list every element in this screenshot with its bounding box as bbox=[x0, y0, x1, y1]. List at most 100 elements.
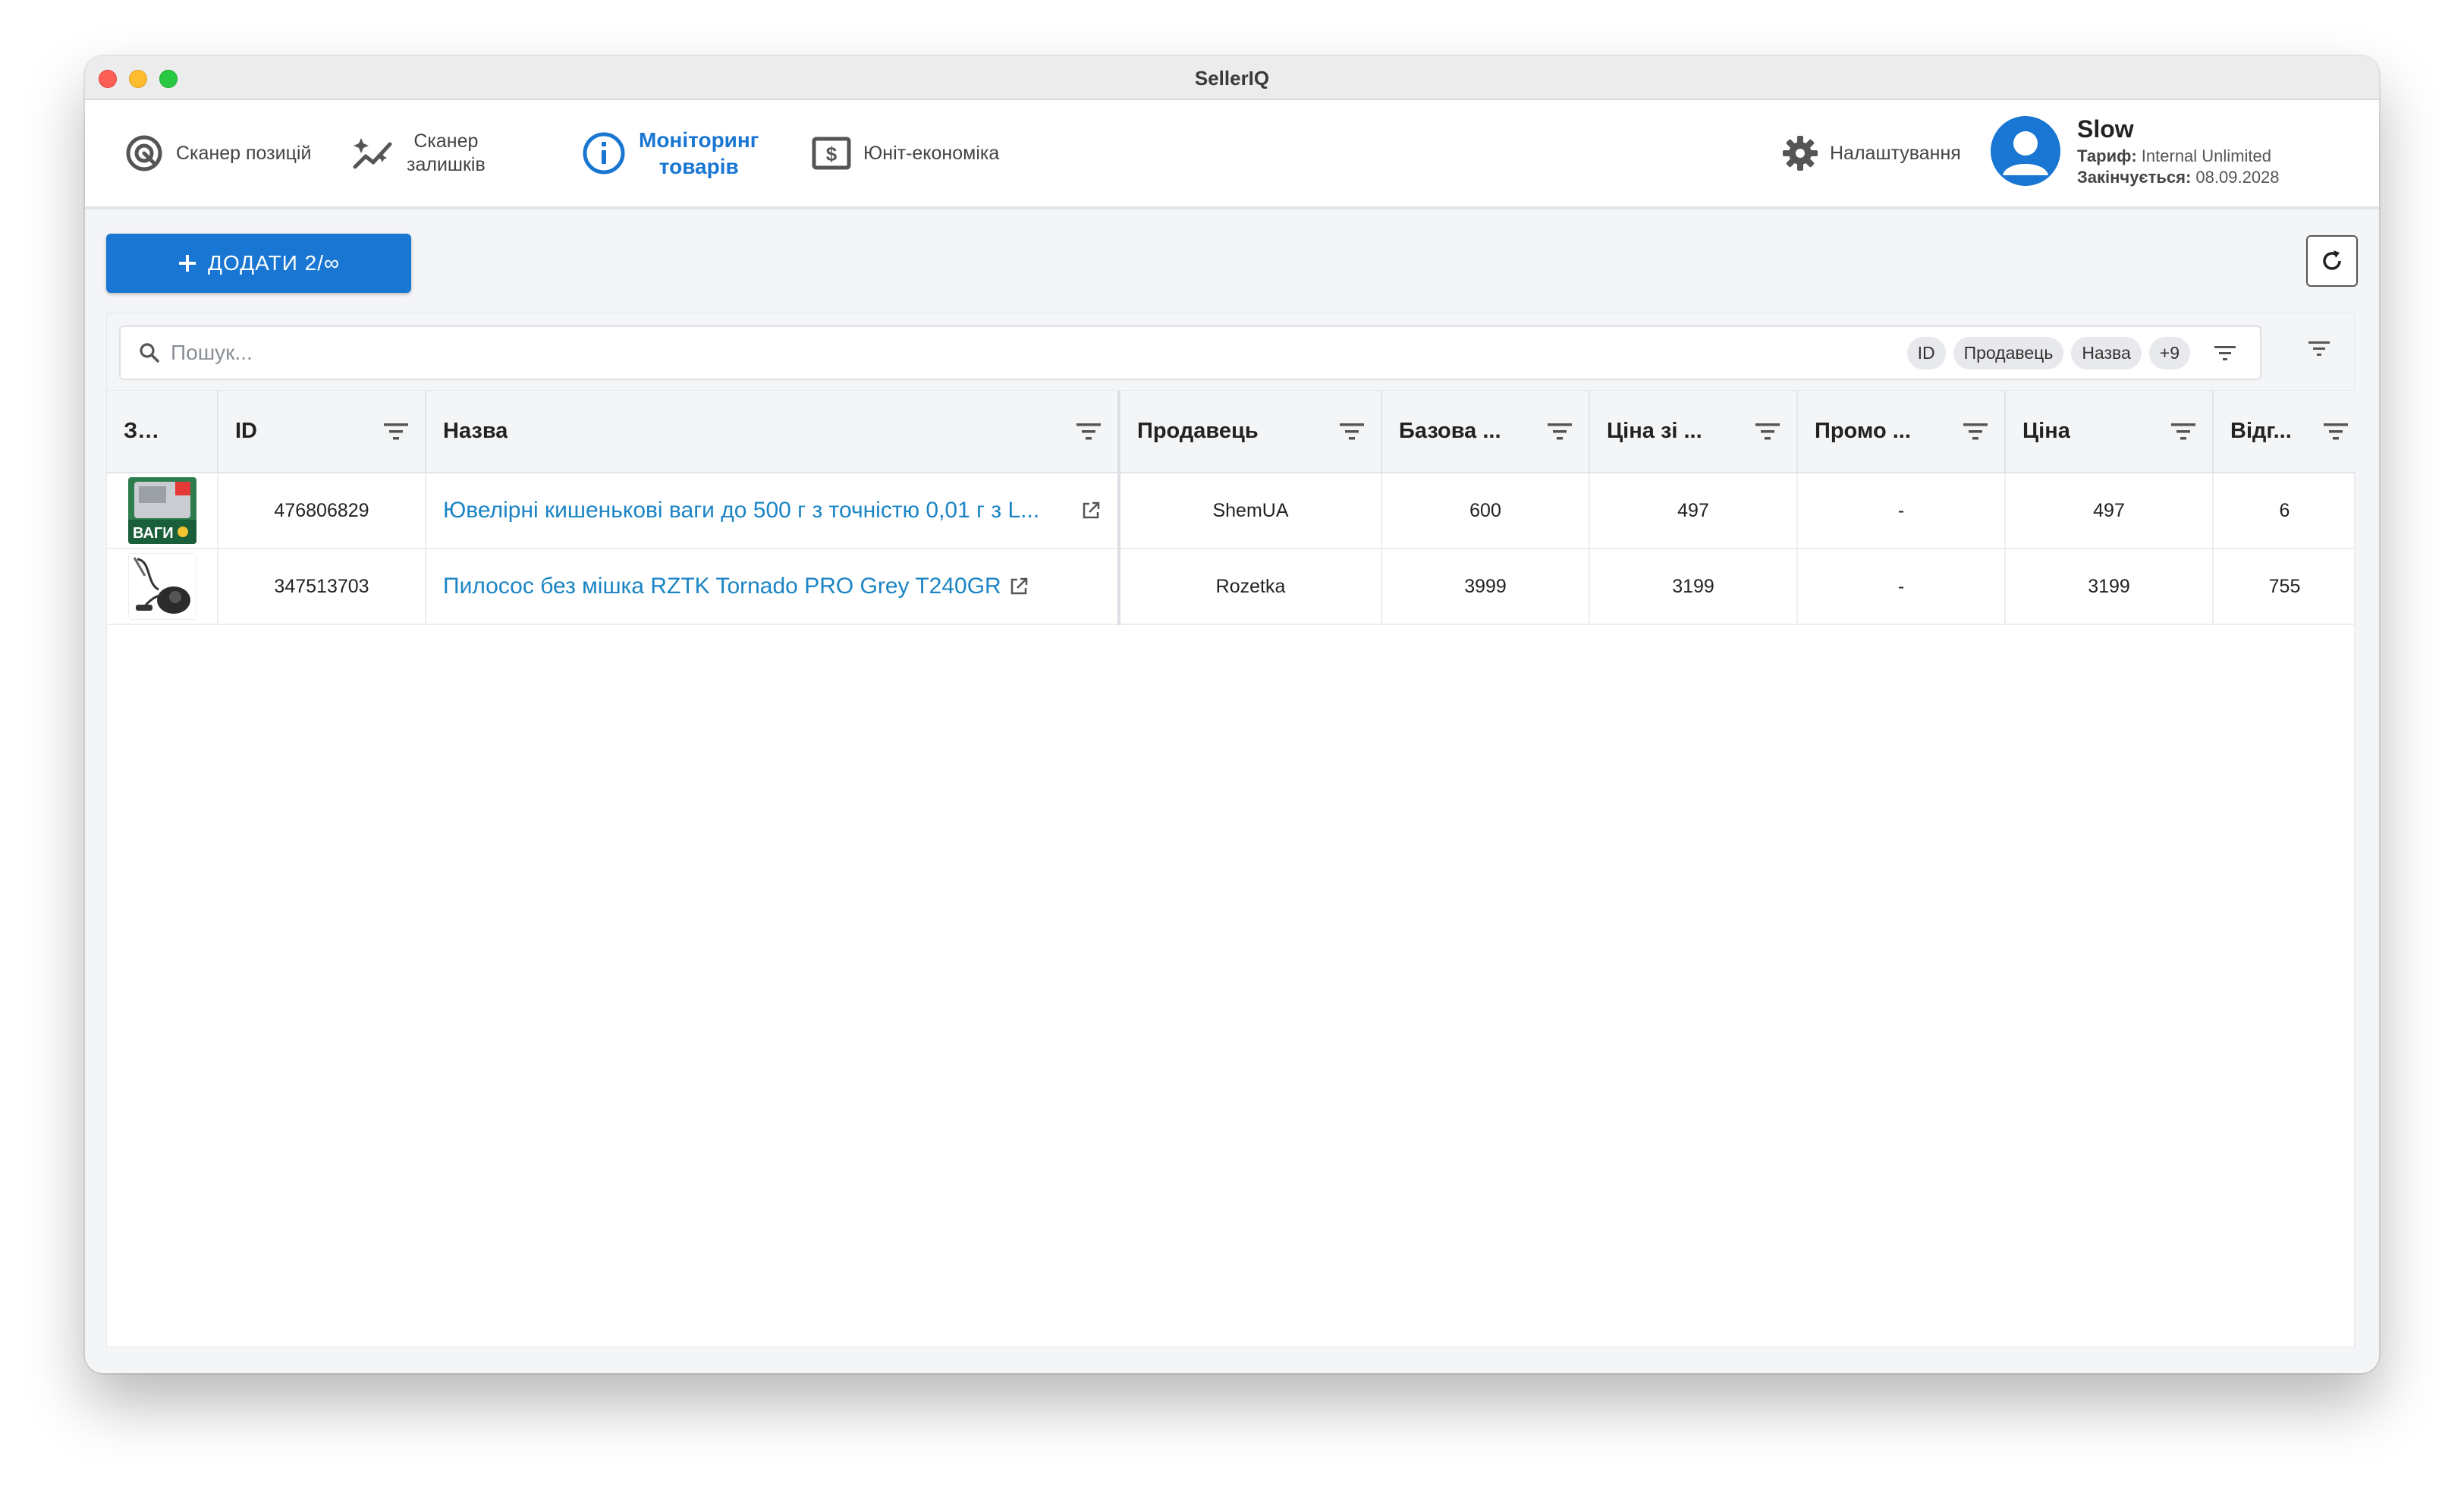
title-bar: SellerIQ bbox=[85, 56, 2379, 100]
column-filter-icon[interactable] bbox=[2170, 421, 2197, 441]
cell-name: Ювелірні кишенькові ваги до 500 г з точн… bbox=[426, 473, 1120, 549]
column-label-id: ID bbox=[235, 419, 257, 444]
window-title: SellerIQ bbox=[1194, 67, 1270, 90]
cell-discount-price: 497 bbox=[1589, 473, 1798, 549]
user-plan-label: Тариф: bbox=[2077, 146, 2137, 165]
nav-label-product-monitoring-line1: Моніторинг bbox=[639, 128, 759, 152]
external-link-icon[interactable] bbox=[1009, 577, 1029, 596]
external-link-icon[interactable] bbox=[1081, 501, 1101, 520]
column-filter-icon[interactable] bbox=[382, 421, 410, 441]
user-expiry-label: Закінчується: bbox=[2077, 168, 2192, 187]
nav-item-stock-scanner[interactable]: Сканер залишків bbox=[352, 100, 486, 206]
cell-id: 476806829 bbox=[218, 473, 426, 549]
search-input[interactable]: Пошук... bbox=[171, 341, 1897, 365]
column-header-discount-price[interactable]: Ціна зі ... bbox=[1589, 391, 1798, 473]
refresh-button[interactable] bbox=[2306, 235, 2358, 287]
column-filter-icon[interactable] bbox=[1546, 421, 1573, 441]
products-grid: Пошук... ID Продавець Назва +9 Зоб ID На… bbox=[106, 313, 2356, 1347]
add-product-button[interactable]: ДОДАТИ 2/∞ bbox=[106, 234, 411, 293]
search-row: Пошук... ID Продавець Назва +9 bbox=[107, 313, 2354, 391]
products-table: Зоб... ID Назва Продавець Базова ... Цін… bbox=[107, 391, 2356, 625]
global-filter-icon[interactable] bbox=[2307, 339, 2331, 357]
nav-label-position-scanner: Сканер позицій bbox=[176, 142, 312, 164]
table-header-row: Зоб... ID Назва Продавець Базова ... Цін… bbox=[107, 391, 2356, 473]
cell-base-price: 600 bbox=[1381, 473, 1590, 549]
search-chip-name[interactable]: Назва bbox=[2071, 336, 2142, 369]
search-box[interactable]: Пошук... ID Продавець Назва +9 bbox=[119, 325, 2261, 380]
search-chip-more[interactable]: +9 bbox=[2148, 336, 2190, 369]
cell-base-price: 3999 bbox=[1381, 549, 1590, 625]
cell-price: 497 bbox=[2005, 473, 2214, 549]
column-filter-icon[interactable] bbox=[1075, 421, 1102, 441]
search-filter-icon[interactable] bbox=[2213, 344, 2237, 362]
search-chip-seller[interactable]: Продавець bbox=[1953, 336, 2064, 369]
column-filter-icon[interactable] bbox=[1338, 421, 1366, 441]
product-link[interactable]: Пилосос без мішка RZTK Tornado PRO Grey … bbox=[443, 574, 1001, 599]
nav-label-product-monitoring: Моніторинг товарів bbox=[639, 127, 759, 180]
nav-item-position-scanner[interactable]: Сканер позицій bbox=[124, 100, 311, 206]
column-header-base-price[interactable]: Базова ... bbox=[1381, 391, 1590, 473]
cell-price: 3199 bbox=[2005, 549, 2214, 625]
column-label-discount-price: Ціна зі ... bbox=[1607, 419, 1702, 444]
settings-button[interactable]: Налаштування bbox=[1781, 100, 1961, 206]
info-circle-icon bbox=[583, 132, 625, 174]
refresh-icon bbox=[2323, 250, 2341, 270]
table-row[interactable]: ВАГИ 476806829 Ювелірні кишенькові ваги … bbox=[107, 473, 2356, 549]
user-expiry-value: 08.09.2028 bbox=[2195, 168, 2280, 187]
column-filter-icon[interactable] bbox=[1962, 421, 1989, 441]
app-window: SellerIQ Сканер позицій Сканер залишків bbox=[85, 56, 2379, 1373]
nav-label-stock-scanner-line2: залишків bbox=[407, 154, 486, 175]
target-scan-icon bbox=[126, 135, 162, 171]
user-plan-value: Internal Unlimited bbox=[2141, 146, 2271, 165]
user-plan: Тариф: Internal Unlimited bbox=[2077, 146, 2280, 168]
scales-product-image[interactable]: ВАГИ bbox=[127, 477, 196, 544]
column-label-image: Зоб... bbox=[124, 419, 162, 444]
column-header-name[interactable]: Назва bbox=[426, 391, 1120, 473]
thumb-label: ВАГИ bbox=[133, 525, 174, 542]
cell-name: Пилосос без мішка RZTK Tornado PRO Grey … bbox=[426, 549, 1120, 625]
nav-label-product-monitoring-line2: товарів bbox=[658, 155, 739, 178]
column-label-reviews: Відг... bbox=[2230, 419, 2292, 444]
user-info: Slow Тариф: Internal Unlimited Закінчуєт… bbox=[2077, 114, 2280, 189]
svg-text:$: $ bbox=[826, 143, 838, 165]
column-label-seller: Продавець bbox=[1137, 419, 1259, 444]
column-header-image[interactable]: Зоб... bbox=[107, 391, 218, 473]
cell-reviews: 6 bbox=[2213, 473, 2356, 549]
search-chip-id[interactable]: ID bbox=[1906, 336, 1946, 369]
column-label-base-price: Базова ... bbox=[1399, 419, 1501, 444]
column-label-name: Назва bbox=[443, 419, 508, 444]
table-row[interactable]: 347513703 Пилосос без мішка RZTK Tornado… bbox=[107, 549, 2356, 625]
search-icon bbox=[140, 343, 159, 363]
cell-id: 347513703 bbox=[218, 549, 426, 625]
column-filter-icon[interactable] bbox=[2322, 421, 2349, 441]
vacuum-product-image[interactable] bbox=[127, 553, 196, 620]
avatar-icon bbox=[1991, 116, 2060, 187]
column-label-price: Ціна bbox=[2022, 419, 2070, 444]
column-filter-icon[interactable] bbox=[1754, 421, 1781, 441]
gear-icon bbox=[1783, 136, 1818, 171]
column-header-price[interactable]: Ціна bbox=[2005, 391, 2214, 473]
nav-label-stock-scanner-line1: Сканер bbox=[413, 130, 479, 152]
user-profile[interactable]: Slow Тариф: Internal Unlimited Закінчуєт… bbox=[1991, 114, 2280, 189]
cell-image: ВАГИ bbox=[107, 473, 218, 549]
cell-promo: - bbox=[1797, 549, 2006, 625]
cell-image bbox=[107, 549, 218, 625]
column-header-seller[interactable]: Продавець bbox=[1119, 391, 1382, 473]
plus-icon bbox=[179, 255, 196, 272]
column-header-id[interactable]: ID bbox=[218, 391, 426, 473]
product-link[interactable]: Ювелірні кишенькові ваги до 500 г з точн… bbox=[443, 498, 1039, 523]
nav-label-unit-economics: Юніт-економіка bbox=[863, 142, 1000, 164]
add-product-label: ДОДАТИ 2/∞ bbox=[208, 251, 340, 275]
column-header-reviews[interactable]: Відг... bbox=[2213, 391, 2356, 473]
nav-label-stock-scanner: Сканер залишків bbox=[407, 130, 486, 178]
nav-item-product-monitoring[interactable]: Моніторинг товарів bbox=[581, 100, 759, 206]
column-label-promo: Промо ... bbox=[1815, 419, 1911, 444]
cell-reviews: 755 bbox=[2213, 549, 2356, 625]
sparkle-chart-icon bbox=[353, 138, 392, 169]
nav-item-unit-economics[interactable]: $ Юніт-економіка bbox=[812, 100, 999, 206]
top-navigation: Сканер позицій Сканер залишків Моніторин… bbox=[85, 100, 2379, 209]
toolbar: ДОДАТИ 2/∞ bbox=[85, 209, 2379, 307]
cell-promo: - bbox=[1797, 473, 2006, 549]
column-header-promo[interactable]: Промо ... bbox=[1797, 391, 2006, 473]
cell-seller: ShemUA bbox=[1119, 473, 1382, 549]
